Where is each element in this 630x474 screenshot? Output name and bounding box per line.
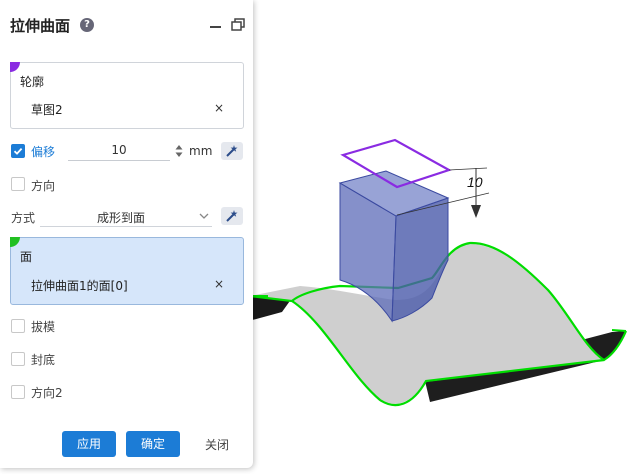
minimize-icon[interactable] [210, 26, 221, 28]
direction-label: 方向 [31, 179, 56, 193]
profile-label: 轮廓 [20, 75, 45, 89]
offset-checkbox[interactable] [11, 144, 25, 158]
profile-value: 草图2 [31, 103, 63, 117]
mode-select[interactable]: 成形到面 [40, 208, 212, 227]
offset-pick-button[interactable] [221, 142, 243, 160]
direction2-label: 方向2 [31, 386, 63, 400]
direction-checkbox[interactable] [11, 177, 25, 191]
panel-title: 拉伸曲面 [10, 17, 71, 35]
extrude-surface-panel: 拉伸曲面 ? 轮廓 草图2 × 偏移 10 mm 方向 方式 成形到面 面 拉伸… [0, 0, 253, 468]
mode-label: 方式 [11, 211, 36, 225]
clear-face-icon[interactable]: × [214, 277, 224, 291]
dimension-extension-1 [448, 167, 488, 171]
help-icon[interactable]: ? [80, 18, 94, 32]
offset-value-input[interactable]: 10 [68, 143, 170, 161]
dimension-label[interactable]: 10 [467, 174, 483, 190]
profile-color-marker [10, 62, 20, 72]
draft-checkbox[interactable] [11, 319, 25, 333]
offset-stepper-icon[interactable] [175, 143, 183, 159]
mode-pick-button[interactable] [221, 207, 243, 225]
face-value: 拉伸曲面1的面[0] [31, 279, 128, 293]
apply-button[interactable]: 应用 [62, 431, 116, 457]
cap-checkbox[interactable] [11, 352, 25, 366]
offset-label: 偏移 [31, 145, 56, 159]
draft-label: 拔模 [31, 320, 56, 334]
offset-unit: mm [189, 144, 213, 158]
face-label: 面 [20, 250, 33, 264]
dimension-arrow [471, 205, 481, 218]
cap-label: 封底 [31, 353, 56, 367]
face-selection-box[interactable]: 面 拉伸曲面1的面[0] × [10, 237, 244, 305]
close-button[interactable]: 关闭 [194, 432, 240, 458]
ok-button[interactable]: 确定 [126, 431, 180, 457]
chevron-down-icon [199, 213, 209, 219]
direction2-checkbox[interactable] [11, 385, 25, 399]
clear-profile-icon[interactable]: × [214, 101, 224, 115]
restore-window-icon[interactable] [231, 18, 245, 32]
profile-selection-box[interactable]: 轮廓 草图2 × [10, 62, 244, 129]
pick-wand-icon [226, 210, 238, 222]
pick-wand-icon [226, 145, 238, 157]
check-icon [13, 147, 23, 155]
face-color-marker [10, 237, 20, 247]
surface-edge-rear [611, 329, 627, 332]
mode-selected-value: 成形到面 [97, 211, 146, 225]
